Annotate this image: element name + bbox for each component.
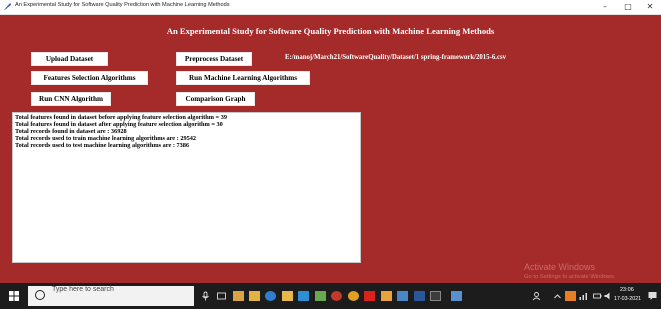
maximize-button[interactable]: □	[617, 1, 639, 13]
app-main-panel: An Experimental Study for Software Quali…	[0, 15, 661, 283]
app-heading: An Experimental Study for Software Quali…	[166, 26, 495, 36]
battery-icon[interactable]	[592, 291, 603, 301]
file-explorer-icon[interactable]	[249, 291, 260, 301]
close-button[interactable]: ✕	[639, 1, 661, 13]
photos-icon[interactable]	[298, 291, 309, 301]
store-icon[interactable]	[233, 291, 244, 301]
edge-icon[interactable]	[265, 291, 276, 301]
output-line: Total records used to train machine lear…	[15, 135, 197, 142]
notification-icon[interactable]	[647, 291, 658, 301]
window-title-bar: An Experimental Study for Software Quali…	[0, 0, 661, 15]
cmd-icon[interactable]	[430, 291, 441, 301]
output-line: Total records found in dataset are : 369…	[15, 128, 127, 135]
comparison-graph-button[interactable]: Comparison Graph	[176, 92, 255, 106]
watermark-subtitle: Go to Settings to activate Windows.	[524, 274, 616, 280]
taskbar-search-box[interactable]: Type here to search	[28, 286, 194, 306]
chevron-up-icon[interactable]	[552, 291, 563, 301]
output-line: Total records used to test machine learn…	[15, 142, 190, 149]
window-title: An Experimental Study for Software Quali…	[15, 2, 230, 8]
preprocess-dataset-button[interactable]: Preprocess Dataset	[176, 52, 252, 66]
media-icon[interactable]	[315, 291, 326, 301]
dataset-path-label: E:/manoj/March21/SoftwareQuality/Dataset…	[285, 54, 506, 61]
tray-app-icon[interactable]	[565, 291, 576, 301]
clock-time[interactable]: 23:06	[620, 287, 634, 293]
activate-windows-watermark: Activate Windows Go to Settings to activ…	[524, 262, 616, 281]
output-line: Total features found in dataset before a…	[15, 114, 228, 121]
python-icon[interactable]	[397, 291, 408, 301]
feather-app-icon	[3, 2, 12, 11]
acrobat-icon[interactable]	[364, 291, 375, 301]
run-cnn-button[interactable]: Run CNN Algorithm	[31, 92, 111, 106]
network-icon[interactable]	[578, 291, 589, 301]
task-view-icon[interactable]	[216, 291, 227, 301]
media-player-icon[interactable]	[331, 291, 342, 301]
search-icon	[35, 290, 45, 300]
chrome-icon[interactable]	[348, 291, 359, 301]
upload-dataset-button[interactable]: Upload Dataset	[31, 52, 108, 66]
folder-icon[interactable]	[282, 291, 293, 301]
run-ml-algorithms-button[interactable]: Run Machine Learning Algorithms	[176, 71, 310, 85]
output-textarea[interactable]: Total features found in dataset before a…	[12, 112, 361, 263]
microphone-icon[interactable]	[200, 291, 211, 301]
windows-start-icon[interactable]	[9, 291, 19, 301]
features-selection-button[interactable]: Features Selection Algorithms	[31, 71, 148, 85]
minimize-button[interactable]: –	[594, 1, 616, 13]
watermark-title: Activate Windows	[524, 262, 596, 272]
output-line: Total features found in dataset after ap…	[15, 121, 223, 128]
volume-icon[interactable]	[603, 291, 614, 301]
search-placeholder: Type here to search	[52, 286, 114, 293]
word-icon[interactable]	[414, 291, 425, 301]
app-icon[interactable]	[451, 291, 462, 301]
taskbar: Type here to search 23:06 17-03-2021	[0, 283, 661, 309]
clock-date[interactable]: 17-03-2021	[614, 296, 641, 302]
paint-icon[interactable]	[381, 291, 392, 301]
people-icon[interactable]	[531, 291, 542, 301]
